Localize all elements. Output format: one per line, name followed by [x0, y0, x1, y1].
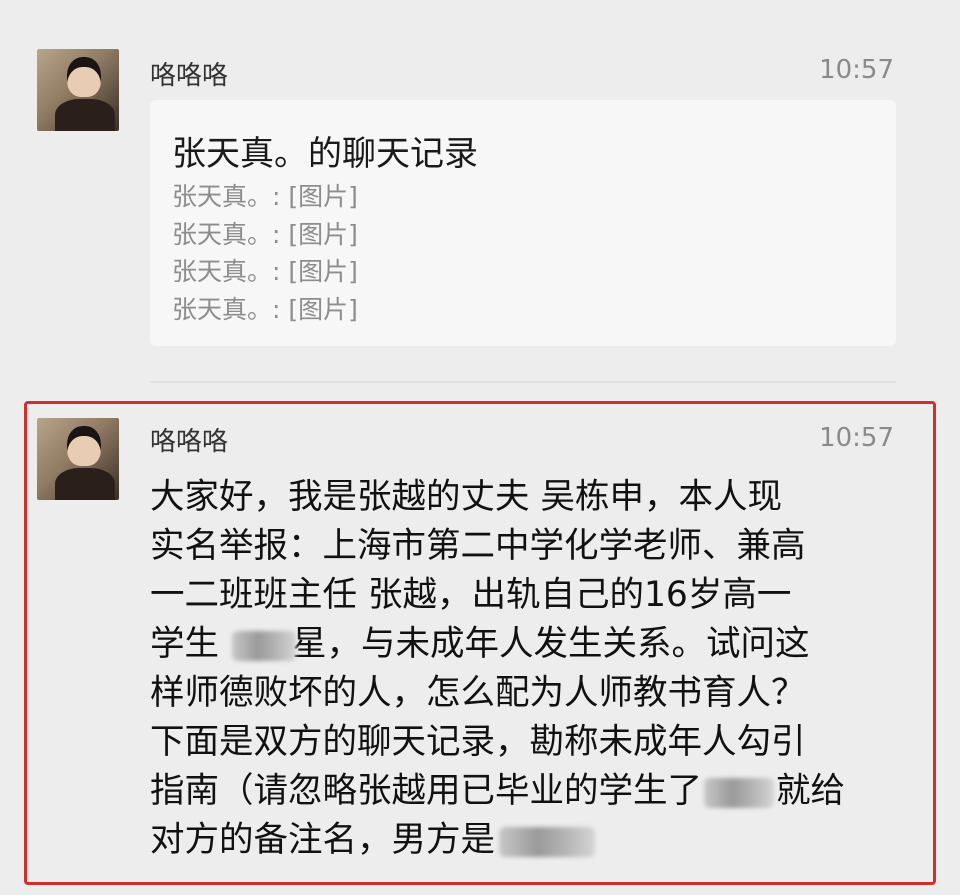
message-time: 10:57 — [819, 423, 894, 453]
message-divider — [150, 381, 896, 383]
redaction-blur — [231, 630, 296, 661]
message-line-part: 学生 — [150, 624, 230, 664]
chat-message-text: 咯咯咯 10:57 大家好，我是张越的丈夫 吴栋申，本人现 实名举报：上海市第二… — [0, 401, 960, 891]
record-preview-list: 张天真。: [图片] 张天真。: [图片] 张天真。: [图片] 张天真。: [… — [172, 178, 358, 328]
message-line-part: 指南（请忽略张越用已毕业的学生了 — [150, 771, 702, 811]
message-body[interactable]: 大家好，我是张越的丈夫 吴栋申，本人现 实名举报：上海市第二中学化学老师、兼高 … — [150, 473, 895, 865]
message-line-part: 就给 — [776, 771, 845, 811]
message-line: 对方的备注名，男方是 — [150, 816, 895, 865]
redaction-blur — [704, 777, 774, 808]
record-preview-line: 张天真。: [图片] — [172, 294, 358, 324]
chat-message-record: 咯咯咯 10:57 张天真。的聊天记录 张天真。: [图片] 张天真。: [图片… — [0, 0, 960, 380]
message-line: 样师德败坏的人，怎么配为人师教书育人？ — [150, 673, 806, 713]
message-line-part: 对方的备注名，男方是 — [150, 820, 495, 860]
message-line: 实名举报：上海市第二中学化学老师、兼高 — [150, 526, 806, 566]
message-line: 学生 星，与未成年人发生关系。试问这 — [150, 620, 895, 669]
avatar-head-shape — [67, 426, 101, 466]
message-line: 一二班班主任 张越，出轨自己的16岁高一 — [150, 575, 792, 615]
avatar-head-shape — [67, 57, 101, 97]
avatar-body-shape — [55, 468, 115, 500]
sender-avatar[interactable] — [37, 418, 119, 500]
forwarded-chat-record-card[interactable]: 张天真。的聊天记录 张天真。: [图片] 张天真。: [图片] 张天真。: [图… — [150, 100, 896, 346]
message-line: 大家好，我是张越的丈夫 吴栋申，本人现 — [150, 477, 782, 517]
message-line: 下面是双方的聊天记录，勘称未成年人勾引 — [150, 722, 806, 762]
sender-name[interactable]: 咯咯咯 — [150, 55, 228, 92]
record-preview-line: 张天真。: [图片] — [172, 219, 358, 249]
message-time: 10:57 — [819, 55, 894, 85]
redaction-blur — [499, 826, 595, 857]
message-line: 指南（请忽略张越用已毕业的学生了 就给 — [150, 767, 895, 816]
record-preview-line: 张天真。: [图片] — [172, 182, 358, 211]
avatar-body-shape — [55, 99, 115, 131]
chat-screen: 咯咯咯 10:57 张天真。的聊天记录 张天真。: [图片] 张天真。: [图片… — [0, 0, 960, 895]
message-line-part: 星，与未成年人发生关系。试问这 — [291, 624, 810, 664]
sender-name[interactable]: 咯咯咯 — [150, 421, 228, 458]
record-title: 张天真。的聊天记录 — [172, 134, 478, 174]
sender-avatar[interactable] — [37, 49, 119, 131]
record-preview-line: 张天真。: [图片] — [172, 257, 358, 286]
